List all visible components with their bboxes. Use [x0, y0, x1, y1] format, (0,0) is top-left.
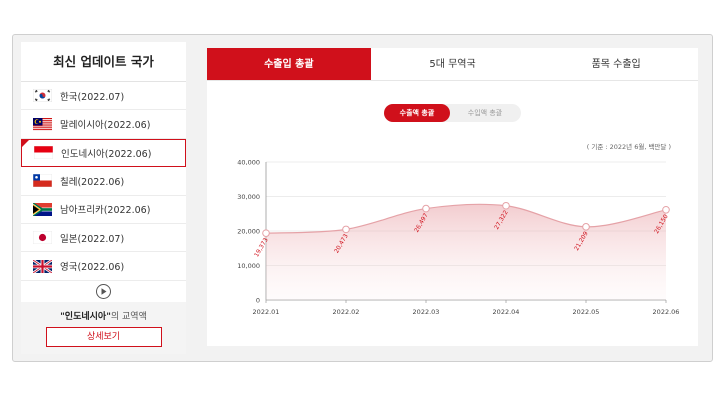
x-tick-label: 2022.05	[573, 308, 600, 316]
data-point	[342, 225, 350, 234]
x-tick-label: 2022.04	[493, 308, 520, 316]
trade-caption: "인도네시아"의 교역액	[21, 309, 186, 322]
play-button[interactable]	[96, 284, 111, 300]
x-tick-label: 2022.01	[253, 308, 280, 316]
data-point	[662, 205, 670, 214]
x-tick-label: 2022.06	[653, 308, 680, 316]
country-item-japan[interactable]: 일본(2022.07)	[21, 224, 186, 253]
x-tick-label: 2022.02	[333, 308, 360, 316]
trade-summary-box: "인도네시아"의 교역액 상세보기	[21, 302, 186, 354]
country-label: 영국(2022.06)	[60, 262, 125, 274]
country-item-south-africa[interactable]: 남아프리카(2022.06)	[21, 196, 186, 224]
uk-flag-icon	[33, 259, 52, 273]
japan-flag-icon	[33, 231, 52, 245]
data-point	[262, 229, 270, 237]
country-item-indonesia[interactable]: 인도네시아(2022.06)	[21, 138, 186, 168]
sidebar: 최신 업데이트 국가 한국(2022.07) 말레이시아(2022.06) 인도…	[21, 42, 186, 354]
play-control	[21, 281, 186, 303]
y-tick-label: 30,000	[237, 193, 260, 201]
country-item-korea[interactable]: 한국(2022.07)	[21, 82, 186, 111]
south-africa-flag-icon	[33, 202, 52, 216]
indonesia-flag-icon	[34, 146, 53, 160]
data-point	[582, 223, 590, 231]
trade-caption-suffix: 의 교역액	[110, 312, 147, 322]
country-label: 인도네시아(2022.06)	[61, 148, 152, 160]
country-label: 남아프리카(2022.06)	[60, 205, 151, 217]
series-area	[266, 204, 666, 300]
country-list: 한국(2022.07) 말레이시아(2022.06) 인도네시아(2022.06…	[21, 82, 186, 281]
country-label: 말레이시아(2022.06)	[60, 120, 151, 132]
country-item-malaysia[interactable]: 말레이시아(2022.06)	[21, 110, 186, 139]
country-item-chile[interactable]: 칠레(2022.06)	[21, 167, 186, 196]
sidebar-title: 최신 업데이트 국가	[21, 42, 186, 82]
y-tick-label: 20,000	[237, 228, 260, 236]
malaysia-flag-icon	[33, 117, 52, 131]
country-item-uk[interactable]: 영국(2022.06)	[21, 252, 186, 281]
chile-flag-icon	[33, 174, 52, 188]
country-label: 칠레(2022.06)	[60, 176, 125, 188]
y-tick-label: 10,000	[237, 262, 260, 270]
play-icon	[101, 288, 106, 295]
detail-button[interactable]: 상세보기	[45, 327, 162, 347]
country-label: 한국(2022.07)	[60, 91, 125, 103]
korea-flag-icon	[33, 89, 52, 103]
trade-caption-country: "인도네시아"	[60, 312, 111, 322]
data-point	[422, 204, 430, 213]
country-label: 일본(2022.07)	[60, 233, 125, 245]
y-tick-label: 40,000	[237, 159, 260, 167]
main-panel: 수출입 총괄 5대 무역국 품목 수출입 수출액 총괄 수입액 총괄 ( 기준 …	[207, 48, 698, 346]
export-area-chart: 0 10,000 20,000 30,000 40,000 2022.01 2022.02 2…	[237, 159, 680, 317]
data-point	[502, 201, 510, 210]
y-tick-label: 0	[256, 297, 260, 305]
x-tick-label: 2022.03	[413, 308, 440, 316]
